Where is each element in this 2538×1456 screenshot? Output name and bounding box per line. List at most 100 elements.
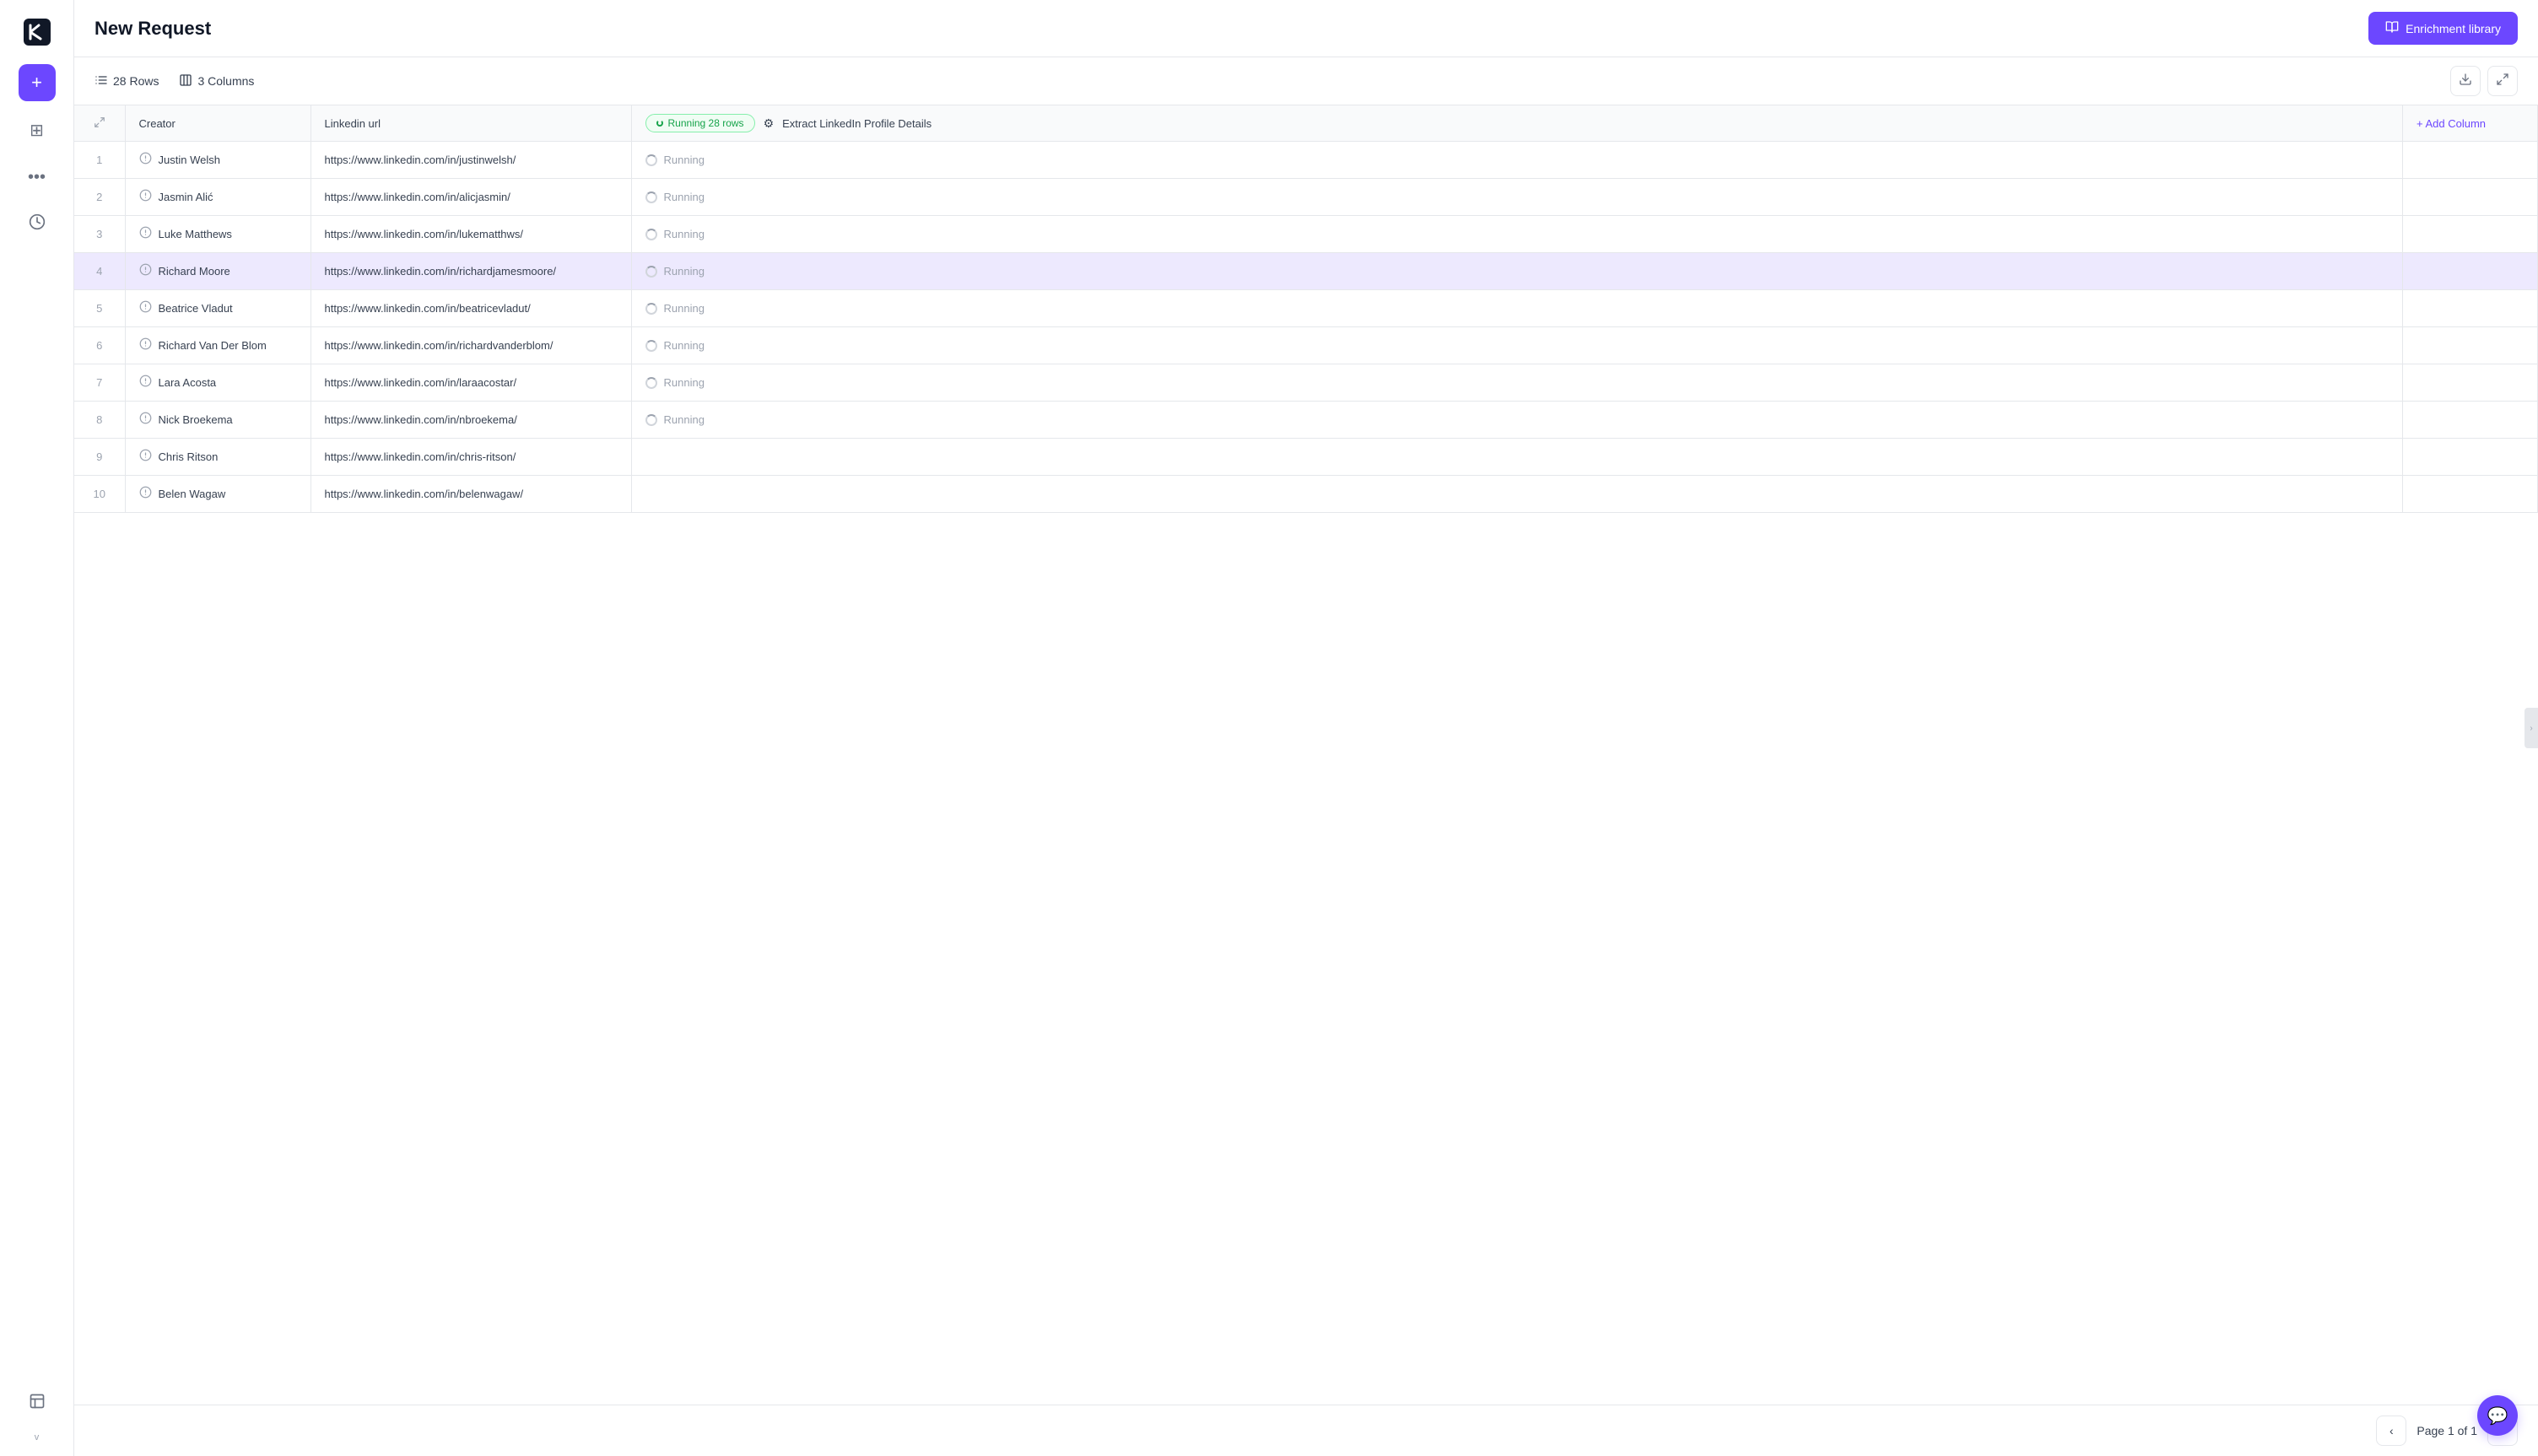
creator-cell: Jasmin Alić [125, 179, 310, 216]
book-icon [2385, 20, 2399, 36]
th-linkedin: Linkedin url [310, 105, 631, 142]
status-cell: Running [631, 253, 2403, 290]
linkedin-url-cell: https://www.linkedin.com/in/alicjasmin/ [310, 179, 631, 216]
status-cell: Running [631, 179, 2403, 216]
creator-name: Lara Acosta [159, 376, 217, 389]
row-number: 2 [74, 179, 125, 216]
linkedin-url: https://www.linkedin.com/in/nbroekema/ [325, 413, 517, 426]
running-cell: Running [645, 376, 2390, 389]
creator-name: Jasmin Alić [159, 191, 213, 203]
th-extract: Running 28 rows ⚙ Extract LinkedIn Profi… [631, 105, 2403, 142]
spinner-icon [645, 191, 657, 203]
columns-count-label: 3 Columns [197, 74, 254, 88]
creator-icon [139, 263, 152, 279]
subheader-actions [2450, 66, 2518, 96]
expand-button[interactable] [2487, 66, 2518, 96]
table-row: 2 Jasmin Alić https://www.linkedin.com/i… [74, 179, 2538, 216]
creator-icon [139, 412, 152, 428]
status-cell [631, 439, 2403, 476]
linkedin-url: https://www.linkedin.com/in/chris-ritson… [325, 450, 516, 463]
table-row: 1 Justin Welsh https://www.linkedin.com/… [74, 142, 2538, 179]
linkedin-url-cell: https://www.linkedin.com/in/belenwagaw/ [310, 476, 631, 513]
pages-button[interactable] [19, 1385, 56, 1422]
linkedin-url-cell: https://www.linkedin.com/in/richardvande… [310, 327, 631, 364]
status-cell: Running [631, 402, 2403, 439]
creator-cell: Belen Wagaw [125, 476, 310, 513]
spinner-icon [645, 340, 657, 352]
table-row: 7 Lara Acosta https://www.linkedin.com/i… [74, 364, 2538, 402]
creator-icon [139, 375, 152, 391]
status-cell: Running [631, 216, 2403, 253]
spinner-icon [645, 303, 657, 315]
creator-cell: Richard Van Der Blom [125, 327, 310, 364]
linkedin-url-cell: https://www.linkedin.com/in/laraacostar/ [310, 364, 631, 402]
page-icon [29, 1393, 46, 1415]
creator-name: Beatrice Vladut [159, 302, 233, 315]
prev-icon: ‹ [2390, 1424, 2394, 1437]
creator-name: Nick Broekema [159, 413, 233, 426]
linkedin-url: https://www.linkedin.com/in/beatricevlad… [325, 302, 531, 315]
linkedin-url-cell: https://www.linkedin.com/in/chris-ritson… [310, 439, 631, 476]
history-button[interactable] [19, 206, 56, 243]
more-options-button[interactable]: ••• [19, 159, 56, 196]
linkedin-url: https://www.linkedin.com/in/richardjames… [325, 265, 557, 278]
table-row: 5 Beatrice Vladut https://www.linkedin.c… [74, 290, 2538, 327]
linkedin-url-cell: https://www.linkedin.com/in/beatricevlad… [310, 290, 631, 327]
th-select [74, 105, 125, 142]
linkedin-url-cell: https://www.linkedin.com/in/lukematthws/ [310, 216, 631, 253]
th-add-column[interactable]: + Add Column [2403, 105, 2538, 142]
page-title: New Request [94, 18, 2368, 40]
add-column-cell [2403, 402, 2538, 439]
dots-icon: ••• [28, 168, 46, 187]
add-button[interactable]: + [19, 64, 56, 101]
subheader: 28 Rows 3 Columns [74, 57, 2538, 105]
running-cell: Running [645, 191, 2390, 203]
linkedin-url: https://www.linkedin.com/in/lukematthws/ [325, 228, 524, 240]
table-view-button[interactable]: ⊞ [19, 111, 56, 148]
status-label: Running [664, 302, 705, 315]
creator-cell: Chris Ritson [125, 439, 310, 476]
creator-icon [139, 337, 152, 353]
running-cell: Running [645, 265, 2390, 278]
creator-cell: Lara Acosta [125, 364, 310, 402]
row-number: 10 [74, 476, 125, 513]
linkedin-url-cell: https://www.linkedin.com/in/justinwelsh/ [310, 142, 631, 179]
app-logo [19, 13, 56, 51]
main-content: New Request Enrichment library [74, 0, 2538, 1456]
download-icon [2459, 73, 2472, 90]
creator-icon [139, 152, 152, 168]
page-info: Page 1 of 1 [2416, 1424, 2477, 1437]
running-cell: Running [645, 228, 2390, 240]
footer: ‹ Page 1 of 1 › [74, 1405, 2538, 1456]
rows-icon [94, 73, 108, 89]
row-number: 1 [74, 142, 125, 179]
status-label: Running [664, 228, 705, 240]
running-cell: Running [645, 413, 2390, 426]
creator-name: Chris Ritson [159, 450, 219, 463]
add-column-cell [2403, 216, 2538, 253]
status-label: Running [664, 265, 705, 278]
download-button[interactable] [2450, 66, 2481, 96]
chat-bubble[interactable]: 💬 [2477, 1395, 2518, 1436]
prev-page-button[interactable]: ‹ [2376, 1416, 2406, 1446]
status-cell: Running [631, 364, 2403, 402]
running-cell: Running [645, 339, 2390, 352]
add-column-cell [2403, 439, 2538, 476]
running-cell: Running [645, 302, 2390, 315]
history-icon [29, 213, 46, 235]
add-column-cell [2403, 253, 2538, 290]
spinner-icon [645, 154, 657, 166]
creator-icon [139, 449, 152, 465]
creator-icon [139, 300, 152, 316]
creator-icon [139, 189, 152, 205]
status-cell: Running [631, 142, 2403, 179]
creator-cell: Nick Broekema [125, 402, 310, 439]
add-column-cell [2403, 476, 2538, 513]
creator-cell: Luke Matthews [125, 216, 310, 253]
creator-cell: Richard Moore [125, 253, 310, 290]
row-number: 8 [74, 402, 125, 439]
collapse-handle[interactable]: › [2524, 708, 2538, 748]
enrichment-library-button[interactable]: Enrichment library [2368, 12, 2518, 45]
table-container: Creator Linkedin url Running 28 rows ⚙ E… [74, 105, 2538, 1405]
row-number: 5 [74, 290, 125, 327]
